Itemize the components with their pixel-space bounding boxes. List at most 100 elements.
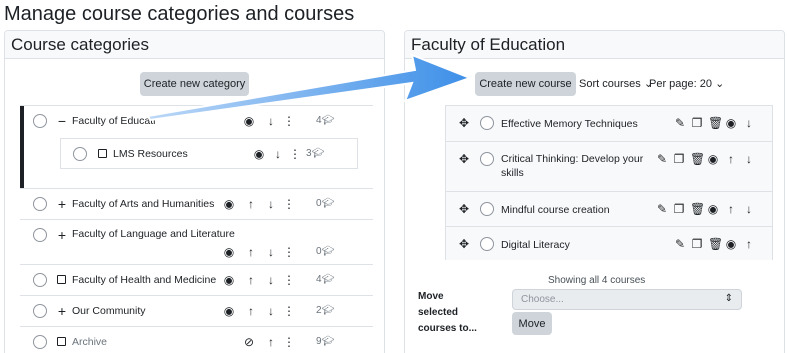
category-row-our-community[interactable]: + Our Community ◉ ↑ ↓ ⋮ 2🎓︎ [20, 295, 373, 326]
category-name[interactable]: LMS Resources [113, 148, 188, 160]
create-new-category-button[interactable]: Create new category [140, 72, 249, 96]
course-row[interactable]: ✥ Critical Thinking: Develop your skills… [446, 141, 772, 191]
copy-icon[interactable]: ❐ [673, 202, 685, 216]
empty-category-icon [57, 337, 66, 346]
arrow-up-icon[interactable]: ↑ [245, 197, 257, 211]
kebab-menu-icon[interactable]: ⋮ [283, 273, 295, 287]
move-icon[interactable]: ✥ [458, 237, 470, 251]
expand-icon[interactable]: + [57, 304, 67, 318]
graduation-cap-icon: 🎓︎ [321, 274, 335, 285]
category-select-radio[interactable] [33, 273, 47, 287]
category-select-radio[interactable] [73, 147, 87, 161]
arrow-up-icon[interactable]: ↑ [245, 304, 257, 318]
eye-icon[interactable]: ◉ [223, 304, 235, 318]
course-row[interactable]: ✥ Effective Memory Techniques ✎ ❐ 🗑︎ ◉ ↓ [446, 106, 772, 141]
kebab-menu-icon[interactable]: ⋮ [283, 304, 295, 318]
course-select-radio[interactable] [480, 237, 494, 251]
create-new-course-button[interactable]: Create new course [475, 72, 576, 96]
category-name[interactable]: Faculty of Arts and Humanities [72, 198, 214, 210]
category-row-faculty-of-education[interactable]: − Faculty of Educati ◉ ↓ ⋮ 4🎓︎ LMS Resou… [20, 105, 373, 189]
arrow-up-icon[interactable]: ↑ [245, 245, 257, 259]
kebab-menu-icon[interactable]: ⋮ [283, 197, 295, 211]
arrow-down-icon[interactable]: ↓ [265, 304, 277, 318]
category-course-count: 2🎓︎ [316, 305, 335, 316]
eye-icon[interactable]: ◉ [707, 152, 719, 166]
category-select-radio[interactable] [33, 114, 47, 128]
kebab-menu-icon[interactable]: ⋮ [283, 335, 295, 349]
pencil-icon[interactable]: ✎ [656, 202, 668, 216]
arrow-down-icon[interactable]: ↓ [743, 152, 755, 166]
arrow-down-icon[interactable]: ↓ [265, 245, 277, 259]
arrow-up-icon[interactable]: ↑ [743, 237, 755, 251]
eye-icon[interactable]: ◉ [223, 273, 235, 287]
trash-icon[interactable]: 🗑︎ [690, 152, 705, 166]
trash-icon[interactable]: 🗑︎ [708, 237, 723, 251]
arrow-down-icon[interactable]: ↓ [265, 273, 277, 287]
move-selected-label: Move selected courses to... [418, 291, 477, 334]
arrow-up-icon[interactable]: ↑ [245, 273, 257, 287]
category-name[interactable]: Our Community [72, 305, 146, 317]
move-button[interactable]: Move [512, 312, 552, 335]
expand-icon[interactable]: + [57, 197, 67, 211]
eye-slash-icon[interactable]: ⊘ [243, 335, 255, 349]
arrow-down-icon[interactable]: ↓ [265, 114, 277, 128]
copy-icon[interactable]: ❐ [673, 152, 685, 166]
course-name[interactable]: Effective Memory Techniques [501, 117, 651, 131]
course-select-radio[interactable] [480, 152, 494, 166]
collapse-icon[interactable]: − [57, 114, 67, 128]
course-select-radio[interactable] [480, 116, 494, 130]
category-name[interactable]: Faculty of Health and Medicine [72, 274, 216, 286]
arrow-down-icon[interactable]: ↓ [743, 116, 755, 130]
category-name[interactable]: Archive [72, 336, 107, 348]
course-name[interactable]: Mindful course creation [501, 203, 651, 217]
arrow-up-icon[interactable]: ↑ [725, 152, 737, 166]
move-icon[interactable]: ✥ [458, 202, 470, 216]
kebab-menu-icon[interactable]: ⋮ [283, 245, 295, 259]
category-name[interactable]: Faculty of Language and Literature [72, 228, 235, 240]
eye-icon[interactable]: ◉ [223, 197, 235, 211]
arrow-down-icon[interactable]: ↓ [272, 147, 284, 161]
category-row-language-and-literature[interactable]: + Faculty of Language and Literature ◉ ↑… [20, 219, 373, 264]
category-name[interactable]: Faculty of Educati [72, 115, 155, 127]
course-name[interactable]: Critical Thinking: Develop your skills [501, 152, 651, 180]
eye-icon[interactable]: ◉ [243, 114, 255, 128]
arrow-up-icon[interactable]: ↑ [265, 335, 277, 349]
category-row-health-and-medicine[interactable]: Faculty of Health and Medicine ◉ ↑ ↓ ⋮ 4… [20, 264, 373, 295]
pencil-icon[interactable]: ✎ [674, 237, 686, 251]
kebab-menu-icon[interactable]: ⋮ [283, 114, 295, 128]
category-row-arts-and-humanities[interactable]: + Faculty of Arts and Humanities ◉ ↑ ↓ ⋮… [20, 188, 373, 219]
arrow-down-icon[interactable]: ↓ [743, 202, 755, 216]
arrow-up-icon[interactable]: ↑ [725, 202, 737, 216]
category-course-count: 0🎓︎ [316, 246, 335, 257]
trash-icon[interactable]: 🗑︎ [708, 116, 723, 130]
arrow-down-icon[interactable]: ↓ [265, 197, 277, 211]
eye-icon[interactable]: ◉ [253, 147, 265, 161]
move-icon[interactable]: ✥ [458, 152, 470, 166]
copy-icon[interactable]: ❐ [691, 116, 703, 130]
pencil-icon[interactable]: ✎ [674, 116, 686, 130]
course-row[interactable]: ✥ Digital Literacy ✎ ❐ 🗑︎ ◉ ↑ [446, 226, 772, 260]
eye-icon[interactable]: ◉ [725, 116, 737, 130]
category-select-radio[interactable] [33, 197, 47, 211]
eye-icon[interactable]: ◉ [707, 202, 719, 216]
category-row-archive[interactable]: Archive ⊘ ↑ ⋮ 9🎓︎ [20, 326, 373, 353]
move-target-select[interactable]: Choose... ⇕ [512, 289, 742, 310]
sort-courses-dropdown[interactable]: Sort courses ⌄ [579, 77, 653, 90]
move-icon[interactable]: ✥ [458, 116, 470, 130]
eye-icon[interactable]: ◉ [725, 237, 737, 251]
eye-icon[interactable]: ◉ [223, 245, 235, 259]
kebab-menu-icon[interactable]: ⋮ [289, 147, 301, 161]
course-select-radio[interactable] [480, 202, 494, 216]
pencil-icon[interactable]: ✎ [656, 152, 668, 166]
course-list-panel: Faculty of Education Create new course S… [404, 30, 785, 353]
course-name[interactable]: Digital Literacy [501, 238, 651, 252]
category-row-lms-resources[interactable]: LMS Resources ◉ ↓ ⋮ 3🎓︎ [60, 138, 358, 169]
trash-icon[interactable]: 🗑︎ [690, 202, 705, 216]
category-select-radio[interactable] [33, 228, 47, 242]
per-page-dropdown[interactable]: Per page: 20 ⌄ [649, 77, 724, 90]
category-select-radio[interactable] [33, 335, 47, 349]
category-select-radio[interactable] [33, 304, 47, 318]
copy-icon[interactable]: ❐ [691, 237, 703, 251]
course-row[interactable]: ✥ Mindful course creation ✎ ❐ 🗑︎ ◉ ↑ ↓ [446, 191, 772, 226]
expand-icon[interactable]: + [57, 228, 67, 242]
